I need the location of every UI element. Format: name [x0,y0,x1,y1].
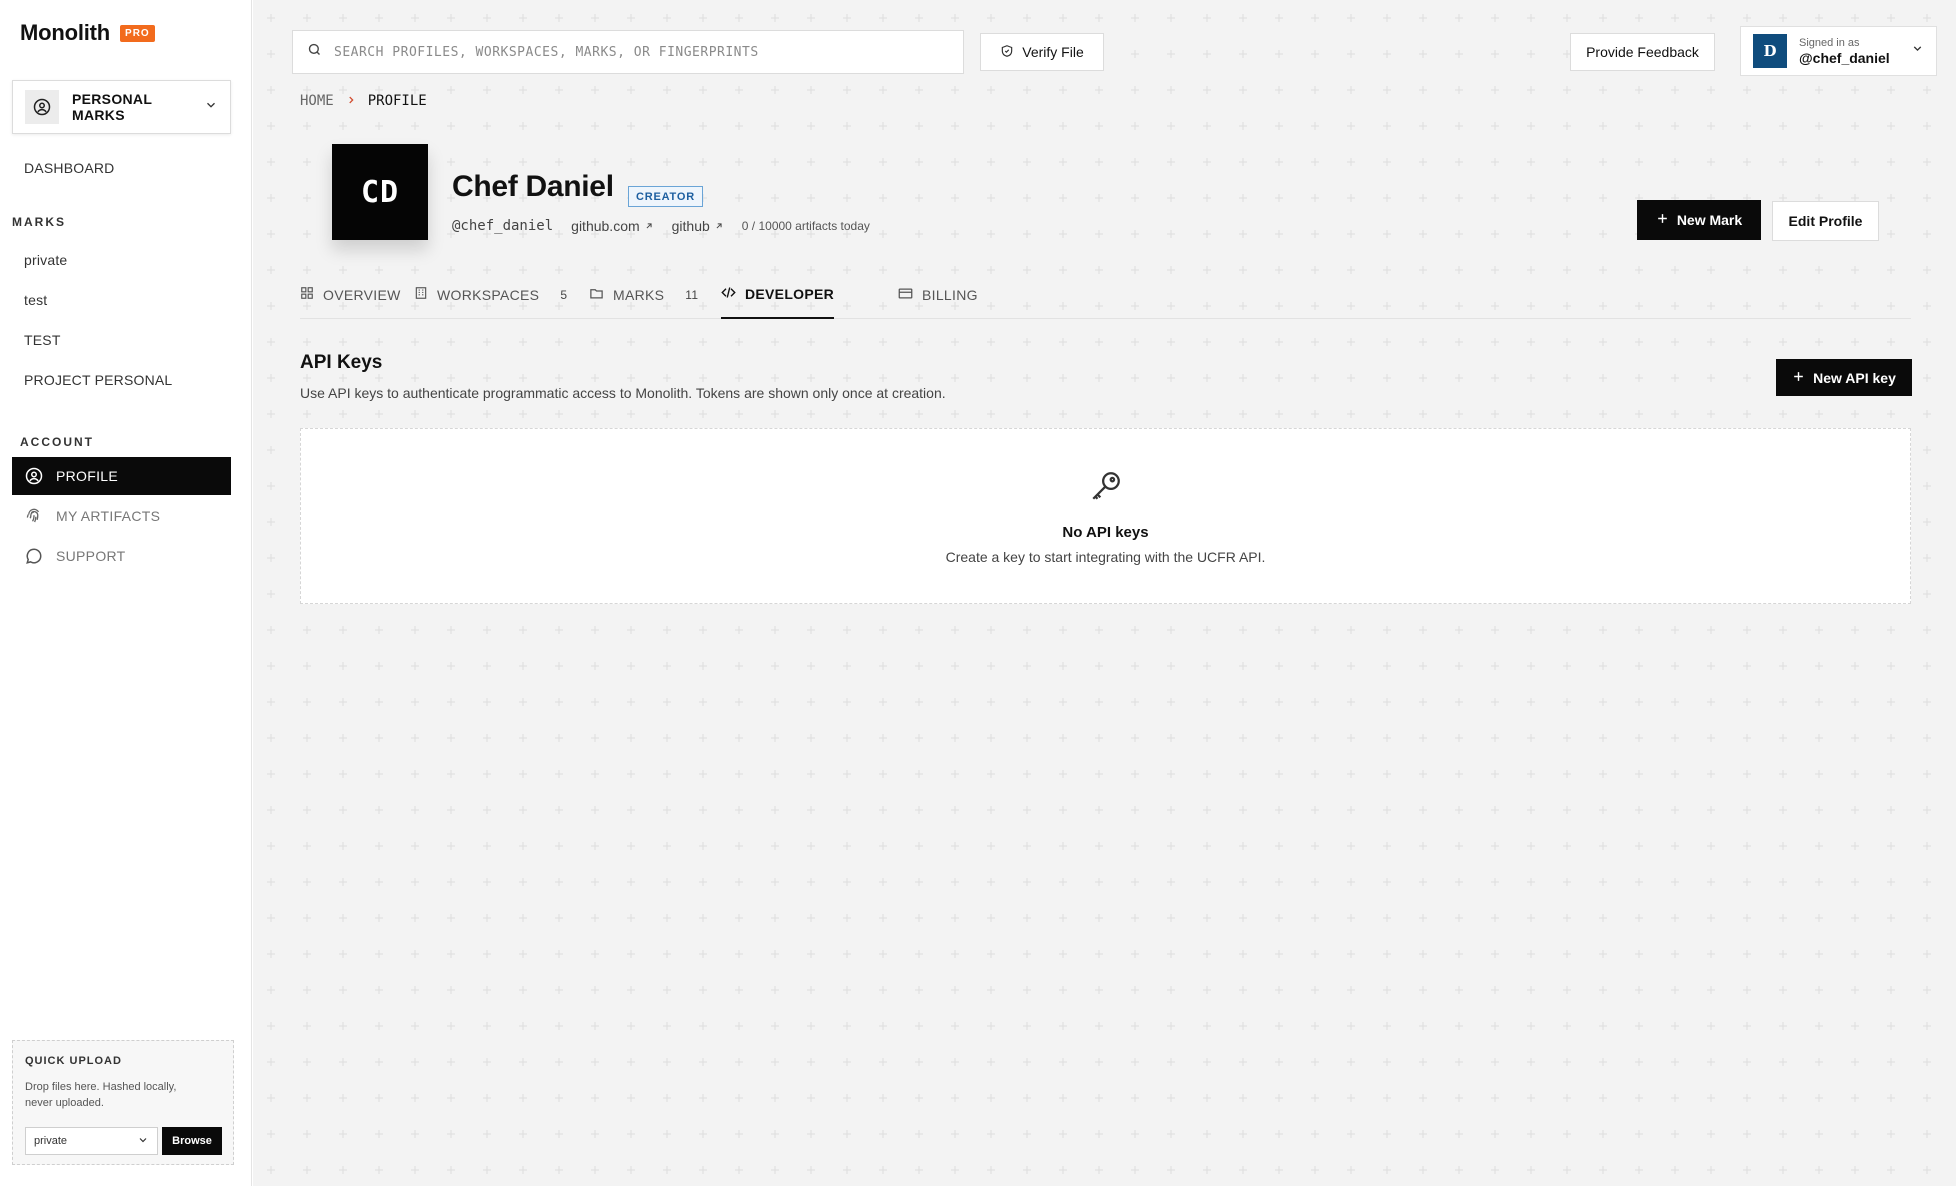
api-keys-title: API Keys [300,352,383,373]
external-link-icon [714,218,724,234]
fingerprint-icon [24,506,44,526]
profile-avatar: CD [332,144,428,240]
profile-link[interactable]: github.com [571,218,653,234]
tab-marks[interactable]: MARKS 11 [589,270,698,319]
account-heading: ACCOUNT [20,435,94,449]
profile-handle: @chef_daniel [452,218,554,234]
sidebar-item-mark[interactable]: PROJECT PERSONAL [24,372,172,388]
new-api-key-button[interactable]: New API key [1776,359,1912,396]
sidebar-item-support[interactable]: SUPPORT [12,537,231,575]
main-content: Verify File Provide Feedback D Signed in… [253,0,1956,1186]
brand-name: Monolith [20,20,111,45]
grid-icon [300,286,314,303]
verify-file-button[interactable]: Verify File [980,33,1104,71]
marks-heading: MARKS [12,215,66,229]
quick-upload-select-value: private [34,1135,68,1147]
new-api-key-label: New API key [1813,369,1896,386]
user-menu[interactable]: D Signed in as @chef_daniel [1740,26,1937,76]
chat-bubble-icon [24,546,44,566]
chevron-down-icon [137,1134,149,1149]
tab-count: 11 [685,287,699,302]
user-circle-icon [25,90,59,124]
api-keys-empty-state: No API keys Create a key to start integr… [300,428,1911,604]
sidebar-item-label: SUPPORT [56,548,126,564]
sidebar-item-mark[interactable]: test [24,292,47,308]
key-icon [1089,469,1123,508]
chevron-down-icon [204,98,218,117]
search-input[interactable] [334,44,934,60]
role-badge: CREATOR [628,186,703,207]
sidebar-item-label: PROFILE [56,468,119,484]
empty-state-title: No API keys [1062,524,1149,541]
credit-card-icon [898,286,913,304]
browse-button[interactable]: Browse [162,1127,222,1155]
quick-upload-mark-select[interactable]: private [25,1127,158,1155]
tab-billing[interactable]: BILLING [898,270,978,319]
folder-icon [589,286,604,304]
sidebar-item-mark[interactable]: private [24,252,67,268]
shield-check-icon [1000,44,1014,61]
new-mark-label: New Mark [1676,212,1743,228]
user-handle: @chef_daniel [1799,49,1890,66]
global-search[interactable] [292,30,964,74]
user-circle-icon [24,466,44,486]
plus-icon [1656,212,1669,228]
profile-tabs: OVERVIEW WORKSPACES 5 MARKS 11 DEVELOPER [300,270,1911,319]
api-keys-description: Use API keys to authenticate programmati… [300,385,946,401]
tab-workspaces[interactable]: WORKSPACES 5 [414,270,567,319]
profile-meta: @chef_daniel github.com github 0 / 10000… [452,218,888,234]
edit-profile-button[interactable]: Edit Profile [1772,201,1879,241]
search-icon [307,42,322,62]
building-icon [414,286,428,303]
tab-overview[interactable]: OVERVIEW [300,270,401,319]
breadcrumb-home[interactable]: HOME [300,93,334,109]
new-mark-button[interactable]: New Mark [1637,200,1761,240]
user-avatar: D [1753,34,1787,68]
pro-badge: PRO [120,24,155,42]
breadcrumb-current: PROFILE [367,93,427,109]
sidebar-item-mark[interactable]: TEST [24,332,61,348]
quick-upload-description: Drop files here. Hashed locally, never u… [25,1081,177,1109]
tab-count: 5 [560,287,568,302]
workspace-switcher[interactable]: PERSONAL MARKS [12,80,231,134]
quick-upload-title: QUICK UPLOAD [25,1055,122,1067]
chevron-right-icon [346,93,356,109]
sidebar-item-profile[interactable]: PROFILE [12,457,231,495]
tab-label: MARKS [613,286,665,303]
sidebar-item-label: MY ARTIFACTS [56,508,161,524]
tab-label: DEVELOPER [745,285,835,302]
sidebar-item-my-artifacts[interactable]: MY ARTIFACTS [12,497,231,535]
breadcrumb: HOME PROFILE [300,93,427,109]
verify-file-label: Verify File [1022,44,1084,60]
provide-feedback-button[interactable]: Provide Feedback [1570,33,1715,71]
tab-label: WORKSPACES [437,286,540,303]
code-icon [721,285,736,303]
brand[interactable]: Monolith PRO [20,20,155,46]
empty-state-description: Create a key to start integrating with t… [945,549,1266,565]
profile-link[interactable]: github [672,218,724,234]
sidebar-item-dashboard[interactable]: DASHBOARD [24,160,114,176]
external-link-icon [644,218,654,234]
sidebar: Monolith PRO PERSONAL MARKS DASHBOARD MA… [0,0,252,1186]
chevron-down-icon [1911,42,1924,60]
tab-label: OVERVIEW [323,286,401,303]
tab-developer[interactable]: DEVELOPER [721,270,835,319]
artifact-quota: 0 / 10000 artifacts today [741,219,870,233]
profile-link-label: github [671,218,710,234]
tab-label: BILLING [922,286,978,303]
profile-name: Chef Daniel [452,170,614,203]
signed-in-label: Signed in as [1799,36,1860,49]
quick-upload-dropzone[interactable]: QUICK UPLOAD Drop files here. Hashed loc… [12,1040,234,1165]
plus-icon [1792,370,1805,386]
profile-link-label: github.com [571,218,640,234]
switcher-label: PERSONAL MARKS [72,91,152,123]
